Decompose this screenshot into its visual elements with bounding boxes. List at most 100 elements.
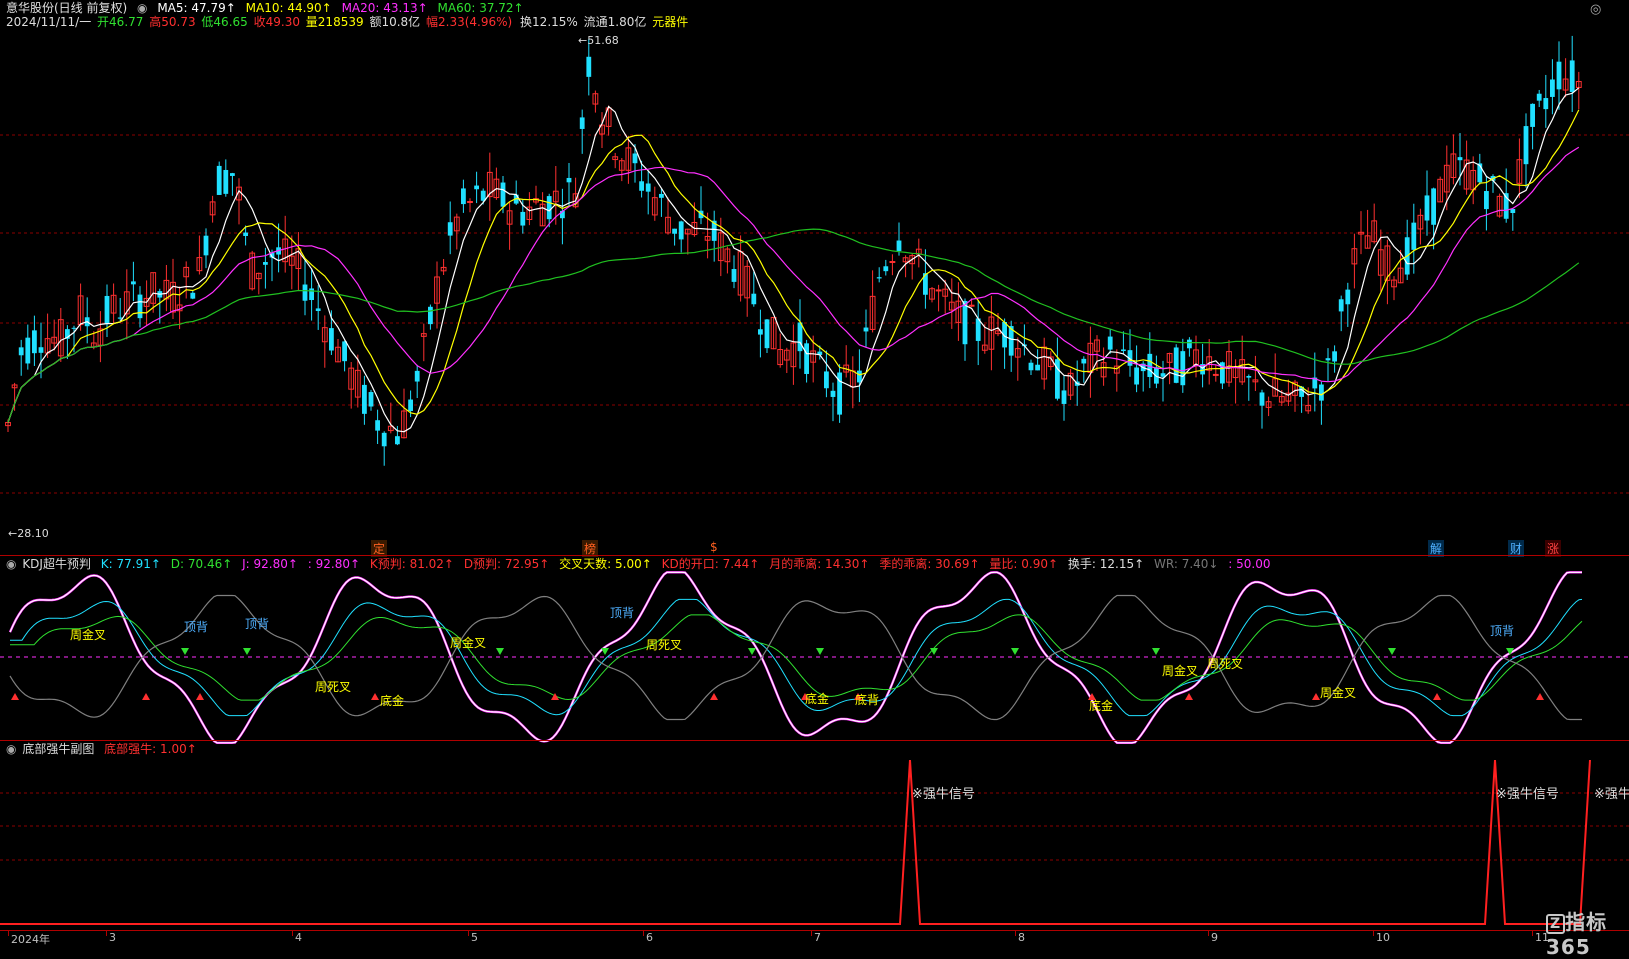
bull-settings-icon[interactable]: ◉ xyxy=(6,742,16,756)
time-tick-label: 8 xyxy=(1018,931,1025,944)
candle-body xyxy=(758,329,763,335)
kdj-k: K: 77.91↑ xyxy=(100,557,161,571)
kdj-j: J: 92.80↑ xyxy=(242,557,298,571)
bull-title[interactable]: 底部强牛副图 xyxy=(22,742,94,756)
candle-body xyxy=(579,117,585,129)
kdj-up-arrow-icon xyxy=(710,693,718,700)
kdj-header: ◉ KDJ超牛预判 K: 77.91↑ D: 70.46↑ J: 92.80↑ … xyxy=(6,557,1277,571)
candle-body xyxy=(342,341,347,362)
kdj-j-white-line xyxy=(9,571,1582,744)
kdj-up-arrow-icon xyxy=(371,693,379,700)
event-tag-3[interactable]: $ xyxy=(708,540,720,554)
candle-body xyxy=(315,308,321,312)
bull-value: 底部强牛: 1.00↑ xyxy=(104,742,197,756)
kdj-d: D: 70.46↑ xyxy=(170,557,233,571)
kdj-down-arrow-icon xyxy=(1152,648,1160,655)
kdj-down-arrow-icon xyxy=(748,648,756,655)
kdj-label: 底背 xyxy=(855,693,880,707)
kdj-vol-ratio: 量比: 0.90↑ xyxy=(989,557,1059,571)
time-tick-label: 4 xyxy=(295,931,302,944)
kdj-k-pred: K预判: 81.02↑ xyxy=(369,557,454,571)
candle-body xyxy=(1246,376,1252,378)
candle-body xyxy=(1510,208,1516,213)
kdj-settings-icon[interactable]: ◉ xyxy=(6,557,16,571)
candle-body xyxy=(1134,367,1139,385)
candle-body xyxy=(408,399,413,411)
candle-body xyxy=(962,300,968,345)
candle-body xyxy=(223,169,229,194)
kdj-up-arrow-icon xyxy=(142,693,150,700)
time-tick-label: 5 xyxy=(471,931,478,944)
kdj-j-line xyxy=(8,571,1582,744)
kdj-up-arrow-icon xyxy=(11,693,19,700)
candle-body xyxy=(381,432,387,447)
candle-body xyxy=(731,269,737,282)
panel-divider-1[interactable] xyxy=(0,555,1629,556)
kdj-label: 周金叉 xyxy=(1320,686,1357,700)
kdj-d-pred: D预判: 72.95↑ xyxy=(463,557,550,571)
candle-body xyxy=(1431,188,1436,225)
kdj-label: 周金叉 xyxy=(70,628,107,642)
kdj-turnover: 换手: 12.15↑ xyxy=(1067,557,1145,571)
candle-body xyxy=(414,370,420,382)
candle-body xyxy=(520,211,526,226)
kdj-j2: : 92.80↑ xyxy=(307,557,361,571)
candle-body xyxy=(1530,103,1535,127)
kdj-label: 周金叉 xyxy=(1162,664,1199,678)
candle-body xyxy=(824,371,829,389)
time-tick-label: 6 xyxy=(646,931,653,944)
time-tick-label: 9 xyxy=(1211,931,1218,944)
time-tick-mark xyxy=(643,930,644,936)
bull-header: ◉ 底部强牛副图 底部强牛: 1.00↑ xyxy=(6,742,203,756)
kdj-wr: WR: 7.40↓ xyxy=(1154,557,1219,571)
candle-body xyxy=(896,240,902,251)
time-tick-label: 10 xyxy=(1376,931,1390,944)
bull-plot xyxy=(0,759,1591,925)
candle-body xyxy=(1424,195,1430,221)
time-tick-mark xyxy=(8,930,9,936)
candle-body xyxy=(375,420,380,431)
kdj-label: 顶背 xyxy=(245,617,270,631)
kdj-season-dev: 季的乖离: 30.69↑ xyxy=(879,557,980,571)
candle-body xyxy=(230,173,235,176)
min-price-value: 28.10 xyxy=(17,527,49,540)
kdj-up-arrow-icon xyxy=(1185,693,1193,700)
candle-body xyxy=(1338,299,1344,312)
kdj-down-arrow-icon xyxy=(243,648,251,655)
candle-body xyxy=(1556,61,1562,90)
candle-body xyxy=(1325,358,1331,361)
candlestick-series xyxy=(5,35,1582,466)
candle-body xyxy=(1081,358,1087,364)
candle-body xyxy=(32,330,37,354)
candle-body xyxy=(428,306,433,325)
candle-body xyxy=(1028,362,1034,371)
candle-body xyxy=(1173,347,1179,383)
kdj-down-arrow-icon xyxy=(816,648,824,655)
candle-body xyxy=(1457,157,1463,161)
kdj-label: 顶背 xyxy=(610,606,635,620)
time-tick-mark xyxy=(811,930,812,936)
candle-body xyxy=(804,343,809,374)
candle-body xyxy=(1107,336,1113,350)
candle-body xyxy=(678,221,684,240)
time-tick-label: 3 xyxy=(109,931,116,944)
bull-signal-line xyxy=(0,759,1591,925)
candle-body xyxy=(1536,93,1542,101)
price-grid xyxy=(0,134,1629,861)
candle-body xyxy=(1180,351,1186,386)
panel-divider-2[interactable] xyxy=(0,740,1629,741)
candle-body xyxy=(1523,126,1529,165)
kdj-title[interactable]: KDJ超牛预判 xyxy=(22,557,91,571)
chart-canvas[interactable] xyxy=(0,0,1629,930)
candle-body xyxy=(1035,364,1040,371)
time-tick-mark xyxy=(468,930,469,936)
candle-body xyxy=(447,222,453,236)
kdj-down-arrow-icon xyxy=(181,648,189,655)
kdj-up-arrow-icon xyxy=(1312,693,1320,700)
candle-body xyxy=(38,347,44,353)
candle-body xyxy=(368,392,374,407)
candle-body xyxy=(1160,373,1166,377)
candle-body xyxy=(71,327,77,329)
candle-body xyxy=(968,304,975,307)
kdj-label: 周死叉 xyxy=(1207,657,1244,671)
